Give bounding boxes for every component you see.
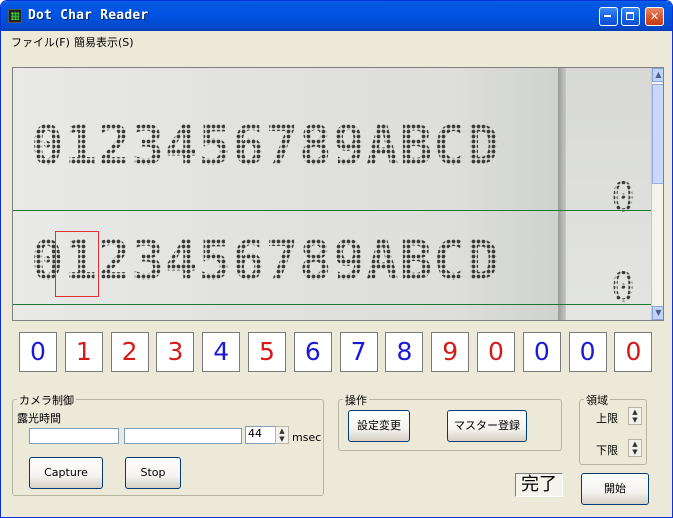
exposure-field-2[interactable] <box>124 428 242 444</box>
menu-simple-view[interactable]: 簡易表示(S) <box>74 34 134 50</box>
side-char-1-text: 0 <box>611 175 636 221</box>
result-digit-box: 6 <box>293 332 332 372</box>
maximize-button[interactable] <box>621 7 640 26</box>
exposure-field-1[interactable] <box>29 428 119 444</box>
result-digit-box: 1 <box>64 332 103 372</box>
status-indicator: 完了 <box>515 473 563 497</box>
capture-button[interactable]: Capture <box>29 457 103 489</box>
region-legend: 領域 <box>584 392 610 408</box>
dot-text-row-2: 0123456789ABCD <box>31 231 500 291</box>
upper-limit-label: 上限 <box>596 412 618 425</box>
result-digit-box: 4 <box>202 332 241 372</box>
app-icon <box>8 9 22 23</box>
scroll-down-button[interactable]: ▼ <box>652 306 663 320</box>
minimize-button[interactable] <box>599 7 618 26</box>
result-digit-box: 0 <box>522 332 561 372</box>
scroll-thumb[interactable] <box>652 84 663 184</box>
exposure-unit: msec <box>292 431 322 444</box>
result-digit-box: 0 <box>568 332 607 372</box>
window-title: Dot Char Reader <box>28 8 149 23</box>
stop-button[interactable]: Stop <box>125 457 181 489</box>
master-register-button[interactable]: マスター登録 <box>447 410 527 442</box>
result-digit-box: 2 <box>110 332 149 372</box>
scroll-up-button[interactable]: ▲ <box>652 68 663 82</box>
camera-image-view[interactable]: 0123456789ABCD 0123456789ABCD 0 0 ▲ ▼ <box>12 67 664 321</box>
result-digit-box: 8 <box>385 332 424 372</box>
region-upper-line <box>13 210 651 211</box>
operation-legend: 操作 <box>343 392 369 408</box>
start-button[interactable]: 開始 <box>581 473 649 505</box>
lower-limit-stepper[interactable]: ▲ ▼ <box>628 439 642 457</box>
menu-bar: ファイル(F) 簡易表示(S) <box>1 31 672 51</box>
dot-text-row-1: 0123456789ABCD <box>31 116 500 176</box>
upper-limit-stepper[interactable]: ▲ ▼ <box>628 407 642 425</box>
maximize-icon <box>626 12 634 20</box>
region-lower-line <box>13 304 651 305</box>
close-icon: ✕ <box>650 10 660 23</box>
result-digit-box: 9 <box>431 332 470 372</box>
result-digit-box: 0 <box>477 332 515 372</box>
minimize-icon <box>604 15 611 17</box>
plate-edge-shadow <box>558 68 566 320</box>
secondary-plate <box>566 68 651 320</box>
result-digit-box: 0 <box>614 332 653 372</box>
dot-text-row-2-text: 0123456789ABCD <box>31 229 501 292</box>
result-digits: 01234567890000 <box>12 332 664 374</box>
result-digit-box: 0 <box>19 332 57 372</box>
camera-control-legend: カメラ制御 <box>17 392 76 408</box>
region-group: 領域 上限 ▲ ▼ 下限 ▲ ▼ <box>579 392 647 465</box>
settings-change-button[interactable]: 設定変更 <box>348 410 410 442</box>
result-digit-box: 3 <box>156 332 195 372</box>
camera-control-group: カメラ制御 露光時間 44 ▲ ▼ msec Capture Stop <box>12 392 324 496</box>
app-window: Dot Char Reader ✕ ファイル(F) 簡易表示(S) 012345… <box>0 0 673 518</box>
result-digit-box: 5 <box>248 332 286 372</box>
lower-limit-label: 下限 <box>596 444 618 457</box>
operation-group: 操作 設定変更 マスター登録 <box>338 392 562 451</box>
exposure-stepper[interactable]: ▲ ▼ <box>275 426 289 444</box>
title-bar[interactable]: Dot Char Reader ✕ <box>1 1 672 31</box>
dot-text-row-1-text: 0123456789ABCD <box>31 114 501 177</box>
close-button[interactable]: ✕ <box>645 7 664 26</box>
result-digit-box: 7 <box>339 332 378 372</box>
vertical-scrollbar[interactable]: ▲ ▼ <box>651 68 663 320</box>
side-char-1: 0 <box>611 178 635 218</box>
exposure-label: 露光時間 <box>17 412 61 425</box>
menu-file[interactable]: ファイル(F) <box>11 34 70 50</box>
selected-char-marker <box>55 231 99 297</box>
side-char-2: 0 <box>611 268 635 308</box>
